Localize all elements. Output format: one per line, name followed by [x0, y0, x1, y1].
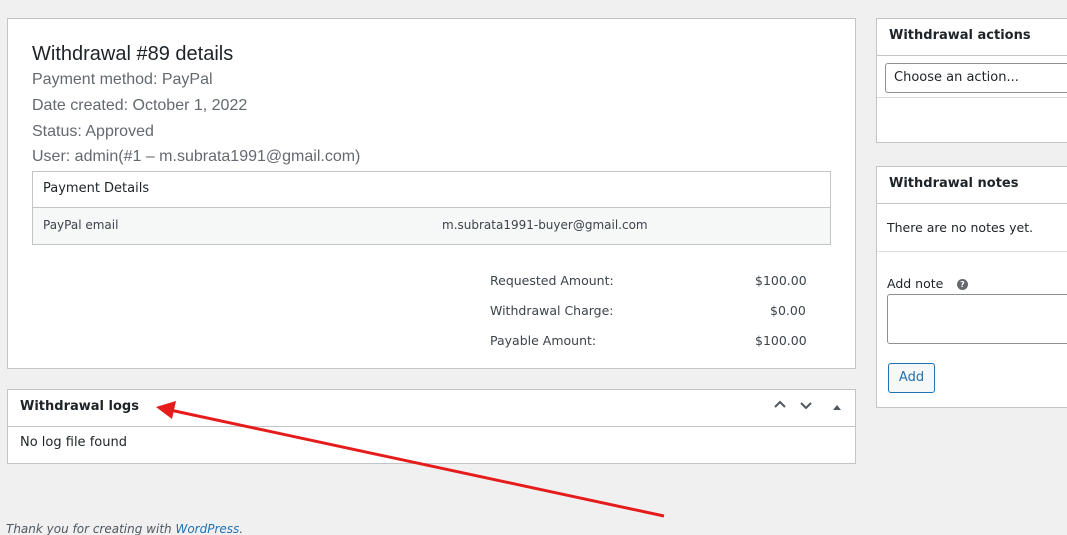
requested-amount-value: $100.00 [755, 273, 807, 288]
help-icon[interactable]: ? [957, 279, 968, 290]
withdrawal-charge-label: Withdrawal Charge: [490, 303, 614, 318]
payment-details-header: Payment Details [33, 172, 830, 208]
page-title: Withdrawal #89 details [32, 43, 234, 65]
withdrawal-actions-panel: Withdrawal actions Choose an action... [876, 18, 1067, 143]
add-note-button[interactable]: Add [888, 363, 935, 393]
divider [877, 97, 1067, 98]
actions-title: Withdrawal actions [889, 28, 1031, 43]
payable-amount-label: Payable Amount: [490, 333, 597, 348]
toggle-panel-icon[interactable] [827, 401, 847, 415]
notes-title: Withdrawal notes [889, 176, 1019, 191]
notes-header: Withdrawal notes [877, 167, 1067, 204]
wordpress-link[interactable]: WordPress [175, 522, 239, 535]
requested-amount-label: Requested Amount: [490, 273, 614, 288]
payable-amount-value: $100.00 [755, 333, 807, 348]
table-row: PayPal email m.subrata1991-buyer@gmail.c… [33, 208, 830, 244]
footer-end: . [239, 522, 244, 535]
action-select[interactable]: Choose an action... [885, 63, 1067, 93]
notes-empty-message: There are no notes yet. [887, 220, 1034, 235]
paypal-email-label: PayPal email [43, 218, 119, 232]
logs-header: Withdrawal logs [8, 390, 855, 427]
divider [877, 251, 1067, 252]
date-created: Date created: October 1, 2022 [32, 97, 248, 114]
note-textarea[interactable] [887, 294, 1067, 344]
status: Status: Approved [32, 123, 154, 140]
paypal-email-value: m.subrata1991-buyer@gmail.com [442, 218, 648, 232]
withdrawal-notes-panel: Withdrawal notes There are no notes yet.… [876, 166, 1067, 408]
payment-details-table: Payment Details PayPal email m.subrata19… [32, 171, 831, 245]
payment-method: Payment method: PayPal [32, 71, 213, 88]
footer: Thank you for creating with WordPress. [6, 522, 243, 535]
chevron-up-icon[interactable] [770, 396, 790, 415]
withdrawal-details-panel: Withdrawal #89 details Payment method: P… [7, 18, 856, 369]
user: User: admin(#1 – m.subrata1991@gmail.com… [32, 148, 361, 165]
add-note-label: Add note [887, 276, 944, 291]
withdrawal-charge-value: $0.00 [770, 303, 806, 318]
logs-empty-message: No log file found [20, 435, 127, 450]
actions-header: Withdrawal actions [877, 19, 1067, 56]
footer-text: Thank you for creating with [6, 522, 176, 535]
chevron-down-icon[interactable] [796, 399, 816, 416]
withdrawal-logs-panel: Withdrawal logs No log file found [7, 389, 856, 464]
logs-title: Withdrawal logs [20, 399, 139, 414]
